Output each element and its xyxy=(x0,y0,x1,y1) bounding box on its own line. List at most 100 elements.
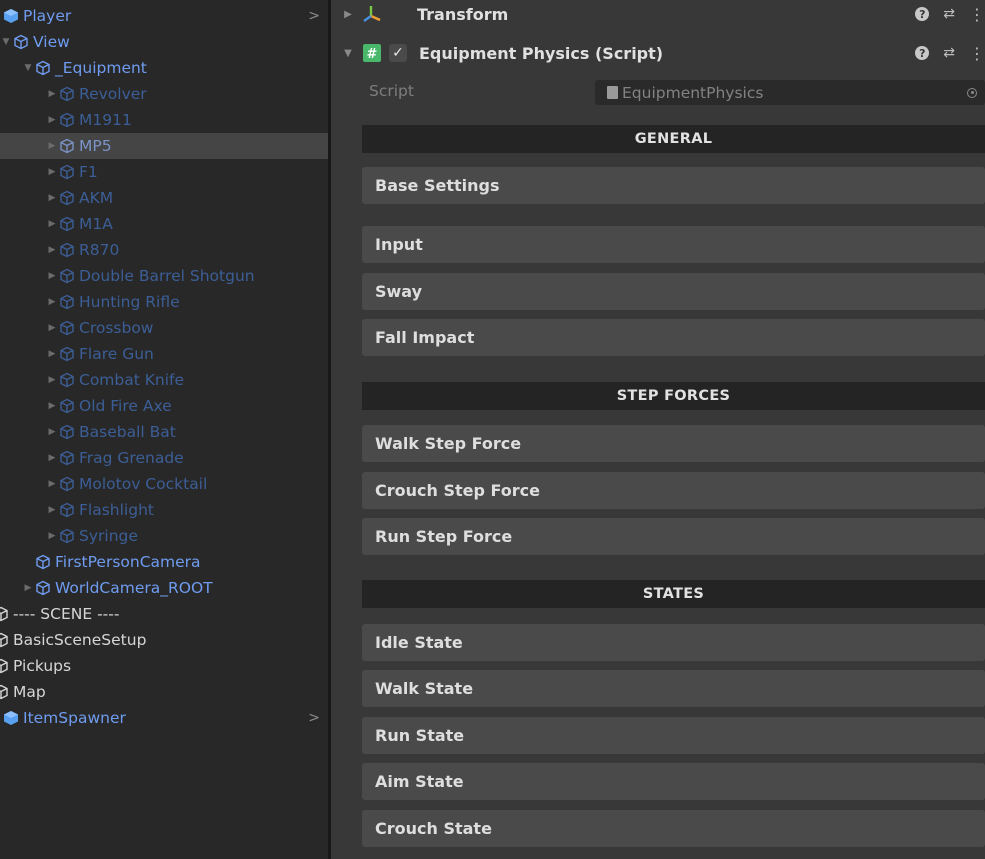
hierarchy-item-hunting-rifle[interactable]: ▶ Hunting Rifle xyxy=(0,289,328,315)
hierarchy-item-basic-scene-setup[interactable]: BasicSceneSetup xyxy=(0,627,320,653)
hierarchy-item-map[interactable]: Map xyxy=(0,679,320,705)
help-icon[interactable]: ? xyxy=(915,7,930,21)
fold-open-icon[interactable]: ▼ xyxy=(22,63,34,73)
script-object-field[interactable]: EquipmentPhysics xyxy=(595,80,985,105)
fold-closed-icon[interactable]: ▶ xyxy=(46,505,58,515)
component-menu-icon[interactable]: ⋮ xyxy=(969,5,985,24)
hierarchy-item-label: Pickups xyxy=(13,657,72,675)
hierarchy-item-label: View xyxy=(33,33,70,51)
fold-closed-icon[interactable]: ▶ xyxy=(46,193,58,203)
fold-closed-icon[interactable]: ▶ xyxy=(46,141,58,151)
foldout-sway[interactable]: Sway xyxy=(362,273,985,310)
fold-closed-icon[interactable]: ▶ xyxy=(46,531,58,541)
gameobject-icon xyxy=(12,33,30,51)
prefab-icon xyxy=(2,709,20,727)
foldout-walk-state[interactable]: Walk State xyxy=(362,670,985,707)
foldout-run-state[interactable]: Run State xyxy=(362,717,985,754)
hierarchy-item-label: F1 xyxy=(79,163,98,181)
chevron-right-icon[interactable]: > xyxy=(308,710,320,726)
gameobject-icon xyxy=(34,579,52,597)
foldout-input[interactable]: Input xyxy=(362,226,985,263)
fold-closed-icon[interactable]: ▶ xyxy=(46,401,58,411)
foldout-crouch-state[interactable]: Crouch State xyxy=(362,810,985,847)
hierarchy-item-r870[interactable]: ▶ R870 xyxy=(0,237,328,263)
foldout-base-settings[interactable]: Base Settings xyxy=(362,167,985,204)
gameobject-icon xyxy=(58,397,76,415)
object-picker-icon[interactable] xyxy=(967,87,977,98)
hierarchy-item-flashlight[interactable]: ▶ Flashlight xyxy=(0,497,328,523)
hierarchy-item-flare-gun[interactable]: ▶ Flare Gun xyxy=(0,341,328,367)
hierarchy-item-revolver[interactable]: ▶ Revolver xyxy=(0,81,328,107)
fold-closed-icon[interactable]: ▶ xyxy=(46,271,58,281)
hierarchy-item-player[interactable]: Player > xyxy=(0,3,328,29)
foldout-aim-state[interactable]: Aim State xyxy=(362,763,985,800)
hierarchy-item-item-spawner[interactable]: ItemSpawner > xyxy=(0,705,328,731)
hierarchy-item-view[interactable]: ▼ View xyxy=(0,29,328,55)
fold-closed-icon[interactable]: ▶ xyxy=(46,323,58,333)
fold-closed-icon[interactable]: ▶ xyxy=(46,297,58,307)
foldout-walk-step-force[interactable]: Walk Step Force xyxy=(362,425,985,462)
fold-closed-icon[interactable]: ▶ xyxy=(46,115,58,125)
fold-closed-icon[interactable]: ▶ xyxy=(46,453,58,463)
fold-closed-icon[interactable]: ▶ xyxy=(46,89,58,99)
fold-closed-icon[interactable]: ▶ xyxy=(22,583,34,593)
hierarchy-item-label: ItemSpawner xyxy=(23,709,126,727)
fold-closed-icon[interactable]: ▶ xyxy=(46,219,58,229)
component-menu-icon[interactable]: ⋮ xyxy=(969,44,985,63)
hierarchy-item-first-person-camera[interactable]: FirstPersonCamera xyxy=(0,549,328,575)
fold-closed-icon[interactable]: ▶ xyxy=(46,427,58,437)
hierarchy-item-syringe[interactable]: ▶ Syringe xyxy=(0,523,328,549)
hierarchy-item-label: Old Fire Axe xyxy=(79,397,172,415)
presets-icon[interactable]: ⇄ xyxy=(943,45,955,61)
foldout-fall-impact[interactable]: Fall Impact xyxy=(362,319,985,356)
hierarchy-item-label: Flashlight xyxy=(79,501,154,519)
fold-closed-icon[interactable]: ▶ xyxy=(46,167,58,177)
hierarchy-item-equipment[interactable]: ▼ _Equipment xyxy=(0,55,328,81)
hierarchy-item-label: ---- SCENE ---- xyxy=(13,605,120,623)
hierarchy-item-m1a[interactable]: ▶ M1A xyxy=(0,211,328,237)
equipment-physics-component-header[interactable]: ▼ # ✓ Equipment Physics (Script) ? ⇄ ⋮ xyxy=(331,37,985,69)
hierarchy-item-scene-separator[interactable]: ---- SCENE ---- xyxy=(0,601,320,627)
hierarchy-item-mp5[interactable]: ▶ MP5 xyxy=(0,133,328,159)
transform-component-header[interactable]: ▶ Transform ? ⇄ ⋮ xyxy=(331,0,985,30)
fold-closed-icon[interactable]: ▶ xyxy=(46,375,58,385)
section-header-states: STATES xyxy=(362,580,985,608)
gameobject-icon xyxy=(58,475,76,493)
hierarchy-item-label: Syringe xyxy=(79,527,138,545)
script-label: Script xyxy=(369,82,414,100)
hierarchy-item-label: M1911 xyxy=(79,111,132,129)
help-icon[interactable]: ? xyxy=(915,46,930,60)
hierarchy-item-frag-grenade[interactable]: ▶ Frag Grenade xyxy=(0,445,328,471)
hierarchy-item-label: WorldCamera_ROOT xyxy=(55,579,213,597)
hierarchy-item-f1[interactable]: ▶ F1 xyxy=(0,159,328,185)
hierarchy-item-pickups[interactable]: Pickups xyxy=(0,653,320,679)
hierarchy-item-m1911[interactable]: ▶ M1911 xyxy=(0,107,328,133)
hierarchy-item-label: Player xyxy=(23,7,72,25)
foldout-run-step-force[interactable]: Run Step Force xyxy=(362,518,985,555)
hierarchy-item-combat-knife[interactable]: ▶ Combat Knife xyxy=(0,367,328,393)
fold-closed-icon[interactable]: ▶ xyxy=(46,479,58,489)
gameobject-icon xyxy=(0,657,10,675)
foldout-idle-state[interactable]: Idle State xyxy=(362,624,985,661)
hierarchy-item-crossbow[interactable]: ▶ Crossbow xyxy=(0,315,328,341)
presets-icon[interactable]: ⇄ xyxy=(943,6,955,22)
hierarchy-item-label: M1A xyxy=(79,215,113,233)
foldout-crouch-step-force[interactable]: Crouch Step Force xyxy=(362,472,985,509)
fold-closed-icon[interactable]: ▶ xyxy=(46,245,58,255)
component-enabled-checkbox[interactable]: ✓ xyxy=(389,44,407,62)
hierarchy-item-world-camera-root[interactable]: ▶ WorldCamera_ROOT xyxy=(0,575,328,601)
fold-closed-icon[interactable]: ▶ xyxy=(339,9,357,20)
fold-open-icon[interactable]: ▼ xyxy=(0,37,12,47)
hierarchy-item-label: Double Barrel Shotgun xyxy=(79,267,255,285)
chevron-right-icon[interactable]: > xyxy=(308,8,320,24)
hierarchy-panel: Player > ▼ View ▼ _Equipment ▶ Revolver … xyxy=(0,0,328,859)
hierarchy-item-molotov-cocktail[interactable]: ▶ Molotov Cocktail xyxy=(0,471,328,497)
hierarchy-item-double-barrel-shotgun[interactable]: ▶ Double Barrel Shotgun xyxy=(0,263,328,289)
hierarchy-item-label: AKM xyxy=(79,189,114,207)
fold-closed-icon[interactable]: ▶ xyxy=(46,349,58,359)
gameobject-icon xyxy=(58,293,76,311)
hierarchy-item-old-fire-axe[interactable]: ▶ Old Fire Axe xyxy=(0,393,328,419)
hierarchy-item-akm[interactable]: ▶ AKM xyxy=(0,185,328,211)
fold-open-icon[interactable]: ▼ xyxy=(339,48,357,59)
hierarchy-item-baseball-bat[interactable]: ▶ Baseball Bat xyxy=(0,419,328,445)
